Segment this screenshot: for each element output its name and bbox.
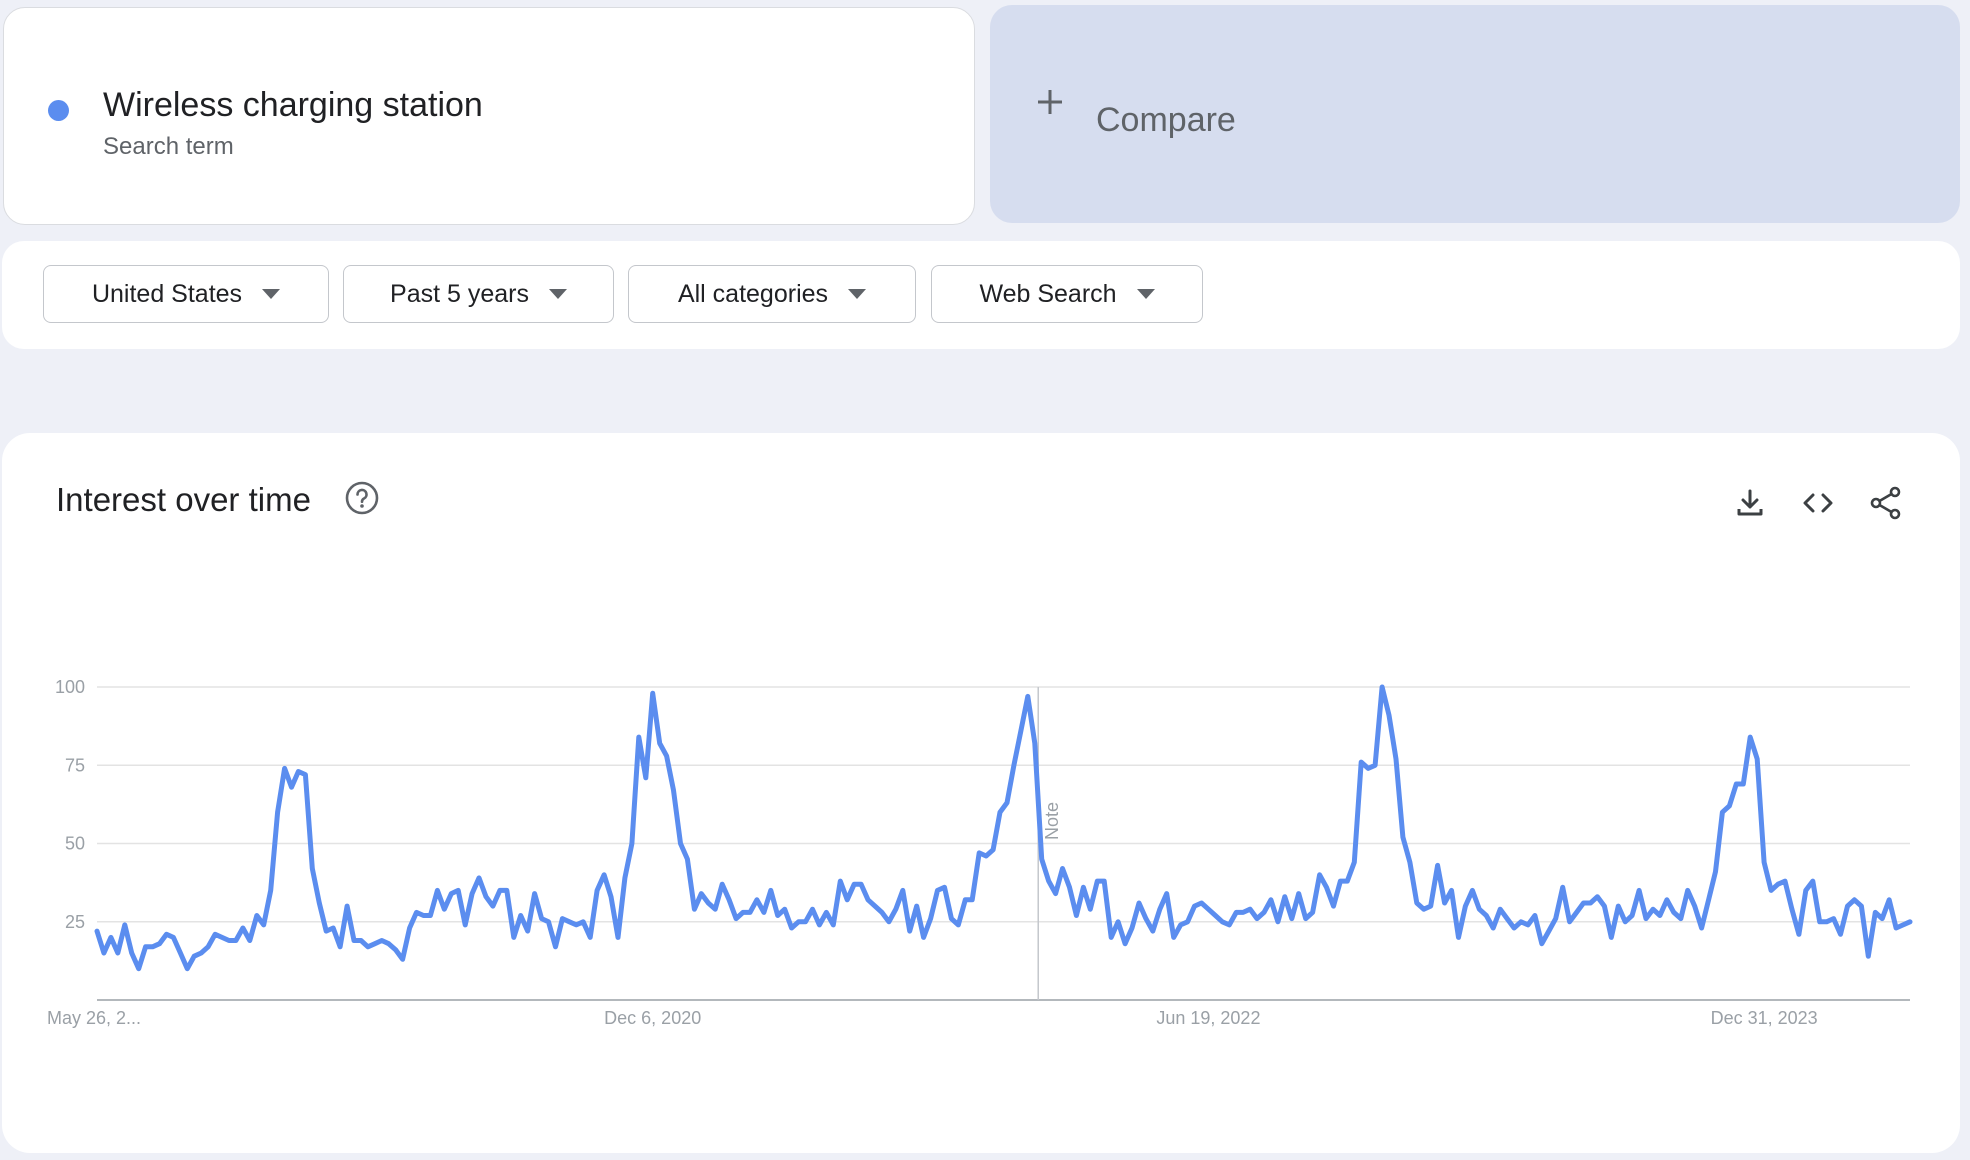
interest-over-time-card: Interest over time 25 50 75 100 May 26, 2..…	[2, 433, 1960, 1153]
x-tick-label: May 26, 2...	[47, 1008, 141, 1028]
dropdown-caret-icon	[1136, 289, 1155, 299]
x-tick-label: Jun 19, 2022	[1156, 1008, 1260, 1028]
series-color-dot	[48, 100, 69, 121]
category-filter[interactable]: All categories	[628, 265, 916, 323]
compare-button[interactable]: Compare	[990, 5, 1960, 223]
dropdown-caret-icon	[548, 289, 567, 299]
series-line-wireless-charging-station[interactable]	[94, 684, 1913, 972]
plus-icon	[1038, 90, 1062, 114]
y-tick-label: 50	[65, 834, 85, 854]
search-term-name[interactable]: Wireless charging station	[103, 86, 483, 125]
compare-label: Compare	[1096, 101, 1236, 139]
y-tick-label: 25	[65, 912, 85, 932]
x-axis-ticks: May 26, 2... Dec 6, 2020 Jun 19, 2022 Dec 3…	[47, 1008, 1818, 1028]
section-divider	[0, 390, 1970, 430]
dropdown-caret-icon	[262, 289, 281, 299]
region-filter[interactable]: United States	[43, 265, 329, 323]
search-term-card[interactable]: Wireless charging station Search term	[3, 7, 975, 225]
search-type-filter[interactable]: Web Search	[931, 265, 1203, 323]
series-lines	[94, 684, 1913, 972]
time-range-filter[interactable]: Past 5 years	[343, 265, 614, 323]
region-filter-label: United States	[91, 279, 243, 308]
category-filter-label: All categories	[677, 279, 829, 308]
filter-bar: United States Past 5 years All categorie…	[2, 241, 1960, 349]
time-range-filter-label: Past 5 years	[390, 279, 529, 308]
chart-gridlines	[97, 686, 1910, 1001]
y-tick-label: 75	[65, 755, 85, 775]
dropdown-caret-icon	[848, 289, 867, 299]
search-type-filter-label: Web Search	[979, 279, 1117, 308]
y-tick-label: 100	[55, 677, 85, 697]
x-tick-label: Dec 31, 2023	[1711, 1008, 1818, 1028]
interest-line-chart: 25 50 75 100 May 26, 2... Dec 6, 2020 Jun 19,…	[47, 677, 1913, 1028]
search-term-subtitle: Search term	[103, 133, 234, 160]
y-axis-ticks: 25 50 75 100	[55, 677, 85, 932]
note-label: Note	[1042, 802, 1062, 840]
x-tick-label: Dec 6, 2020	[604, 1008, 701, 1028]
